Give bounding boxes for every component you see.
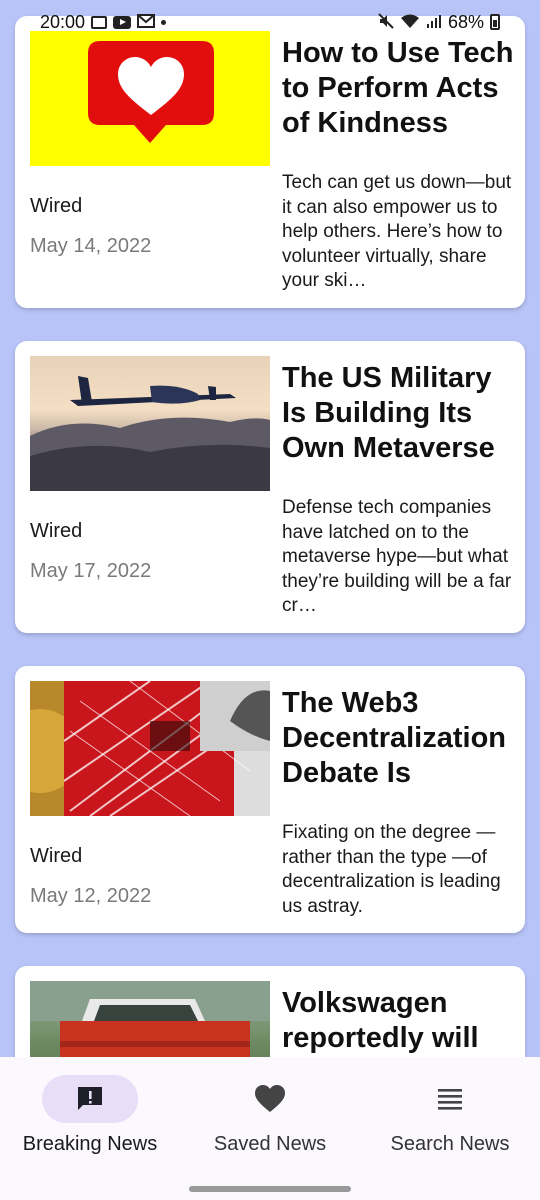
status-left: 20:00 [40,11,167,33]
article-title: Volkswagen reportedly will [282,987,479,1054]
article-image [30,681,270,816]
alert-message-icon [78,1087,102,1110]
heart-notification-icon [88,41,214,143]
youtube-notification-icon [113,15,132,29]
more-notifications-icon [161,19,167,25]
battery-icon [490,14,500,30]
battery-percent: 68% [447,11,484,32]
circuit-art-photo [30,681,270,816]
news-feed[interactable]: Wired May 14, 2022 How to Use Tech to Pe… [0,0,540,1057]
nav-icon-container [222,1075,318,1123]
signal-icon [426,13,442,31]
article-title: How to Use Tech to Perform Acts of Kindn… [282,37,514,139]
nav-active-indicator [42,1075,138,1123]
list-icon [438,1089,462,1110]
article-card[interactable]: Wired May 17, 2022 The US Military Is Bu… [15,341,525,633]
nav-item-breaking-news[interactable]: Breaking News [0,1075,180,1156]
article-description: Fixating on the degree —rather than the … [282,822,501,917]
article-source: Wired [30,845,83,867]
nav-label: Breaking News [22,1133,158,1155]
article-image [30,356,270,491]
red-truck-photo [30,981,270,1057]
heart-icon [255,1085,285,1112]
home-indicator[interactable] [189,1186,351,1192]
article-description: Tech can get us down—but it can also emp… [282,172,512,291]
article-date: May 14, 2022 [30,235,152,257]
aircraft-photo [30,376,270,491]
article-card[interactable]: Wired May 12, 2022 The Web3 Decentraliza… [15,666,525,933]
gallery-notification-icon [91,15,108,29]
nav-item-saved-news[interactable]: Saved News [180,1075,360,1156]
nav-label: Search News [390,1133,510,1155]
article-source: Wired [30,195,83,217]
article-image [30,981,270,1057]
wifi-icon [400,13,420,31]
status-bar: 20:00 68% [0,0,540,44]
article-date: May 12, 2022 [30,885,152,907]
article-source: Wired [30,520,83,542]
mute-icon [378,13,394,31]
nav-label: Saved News [213,1133,327,1155]
article-title: The Web3 Decentralization Debate Is Focu… [282,687,506,789]
article-title: The US Military Is Building Its Own Meta… [282,362,495,464]
article-card[interactable]: Wired May 14, 2022 How to Use Tech to Pe… [15,16,525,308]
status-time: 20:00 [40,11,86,32]
gmail-notification-icon [137,14,156,30]
article-card[interactable]: Volkswagen reportedly will [15,966,525,1057]
article-date: May 17, 2022 [30,560,152,582]
bottom-navigation: Breaking News Saved News Search News [0,1057,540,1200]
article-image [30,31,270,166]
article-description: Defense tech companies have latched on t… [282,497,512,616]
status-right: 68% [378,12,500,33]
nav-item-search-news[interactable]: Search News [360,1075,540,1156]
nav-icon-container [402,1075,498,1123]
